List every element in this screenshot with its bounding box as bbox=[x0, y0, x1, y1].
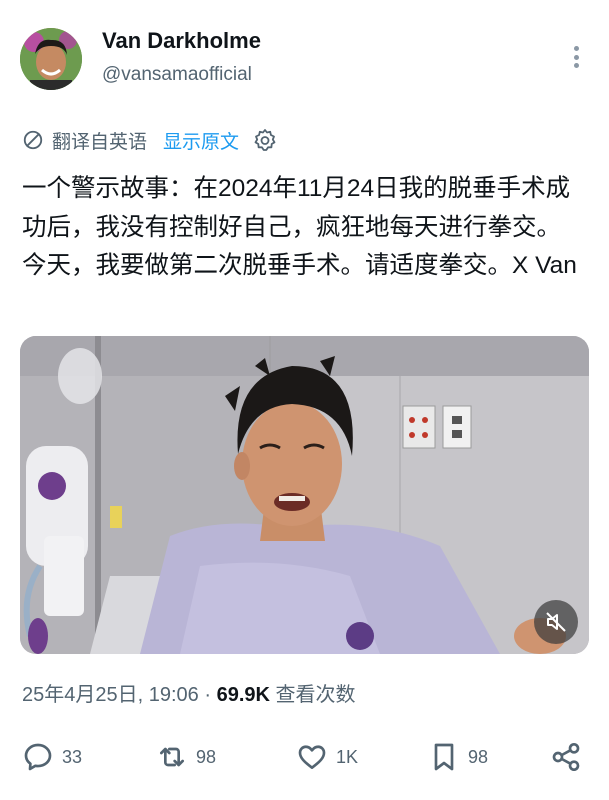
like-icon bbox=[298, 745, 326, 769]
display-name[interactable]: Van Darkholme bbox=[102, 28, 261, 54]
bookmark-icon bbox=[434, 743, 454, 771]
avatar[interactable] bbox=[20, 28, 82, 90]
translation-bar: 翻译自英语 显示原文 bbox=[22, 124, 277, 156]
translated-from-label: 翻译自英语 bbox=[52, 131, 148, 153]
bookmark-count: 98 bbox=[468, 746, 489, 767]
reply-icon bbox=[24, 743, 52, 771]
gear-icon[interactable] bbox=[253, 128, 277, 152]
tweet-video[interactable] bbox=[20, 336, 589, 654]
views-label: 查看次数 bbox=[275, 684, 356, 706]
tweet-text: 一个警示故事：在2024年11月24日我的脱垂手术成功后，我没有控制好自己，疯狂… bbox=[22, 175, 577, 279]
tweet-meta: 25年4月25日, 19:06 · 69.9K 查看次数 bbox=[22, 678, 356, 707]
share-button[interactable] bbox=[550, 740, 582, 774]
reply-button[interactable]: 33 bbox=[22, 740, 82, 774]
reply-count: 33 bbox=[62, 746, 83, 767]
action-bar: 33 98 1K 98 bbox=[0, 732, 609, 782]
repost-button[interactable]: 98 bbox=[156, 740, 216, 774]
share-icon bbox=[552, 743, 580, 771]
repost-count: 98 bbox=[196, 746, 217, 767]
globe-translate-icon bbox=[23, 130, 43, 150]
views-count: 69.9K bbox=[216, 684, 270, 706]
like-count: 1K bbox=[336, 746, 359, 767]
mute-icon[interactable] bbox=[534, 600, 578, 644]
repost-icon bbox=[160, 747, 184, 767]
tweet-header: Van Darkholme @vansamaofficial bbox=[0, 0, 609, 110]
bookmark-button[interactable]: 98 bbox=[428, 740, 488, 774]
show-original-link[interactable]: 显示原文 bbox=[163, 127, 239, 154]
timestamp[interactable]: 25年4月25日, 19:06 bbox=[22, 684, 199, 706]
more-icon[interactable] bbox=[566, 40, 586, 74]
like-button[interactable]: 1K bbox=[296, 740, 358, 774]
meta-separator: · bbox=[204, 684, 212, 706]
user-handle[interactable]: @vansamaofficial bbox=[102, 64, 252, 86]
